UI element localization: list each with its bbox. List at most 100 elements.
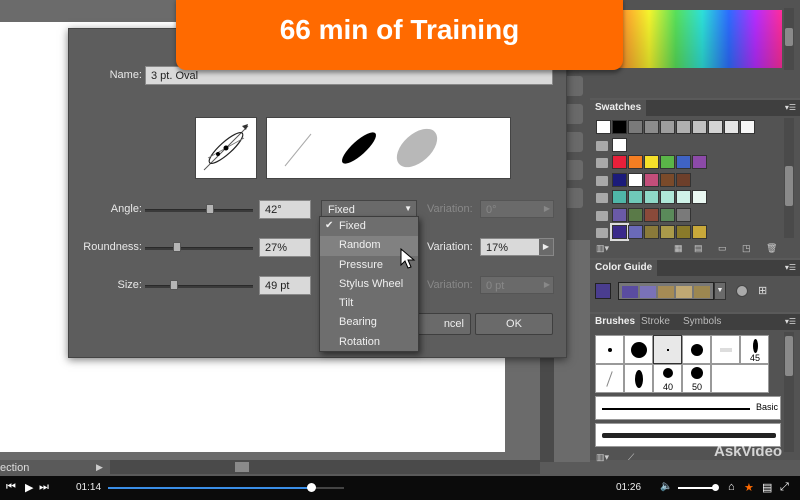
roundness-slider-thumb[interactable]: [173, 242, 181, 252]
trash-icon[interactable]: 🗑: [766, 243, 777, 254]
swatch[interactable]: [740, 120, 755, 134]
swatch[interactable]: [676, 190, 691, 204]
swatch[interactable]: [644, 172, 659, 187]
panel-menu-icon[interactable]: ▾☰: [785, 103, 796, 112]
swatch[interactable]: [660, 155, 675, 169]
swatch[interactable]: [660, 225, 675, 239]
brush-dot-medium[interactable]: [682, 335, 711, 364]
play-icon[interactable]: ▶: [25, 481, 33, 494]
swatch[interactable]: [628, 120, 643, 134]
swatch[interactable]: [660, 120, 675, 134]
swatch-folder-icon[interactable]: [596, 228, 608, 238]
size-slider-thumb[interactable]: [170, 280, 178, 290]
harmony-dropdown-icon[interactable]: ▼: [714, 282, 726, 300]
swatch[interactable]: [644, 207, 659, 222]
brush-dot-small[interactable]: [595, 335, 624, 364]
roundness-slider[interactable]: [145, 247, 253, 250]
save-color-group-icon[interactable]: ⊞: [758, 284, 767, 297]
panel-menu-icon[interactable]: ▾☰: [785, 263, 796, 272]
swatch-folder-icon[interactable]: [596, 158, 608, 168]
brush-library-icon[interactable]: ▥▾: [596, 452, 609, 463]
swatch[interactable]: [708, 120, 723, 134]
brush-dot-50[interactable]: 50: [682, 364, 711, 393]
swatch[interactable]: [628, 207, 643, 222]
swatch[interactable]: [628, 225, 643, 239]
brush-3pt-oval[interactable]: [653, 335, 682, 364]
swatch[interactable]: [596, 120, 611, 134]
fullscreen-icon[interactable]: ⤢: [780, 481, 789, 494]
angle-field[interactable]: 42°: [259, 200, 311, 219]
swatch[interactable]: [676, 172, 691, 187]
brush-line-thin[interactable]: [595, 364, 624, 393]
swatch-folder-icon[interactable]: [596, 175, 608, 186]
panel-menu-icon[interactable]: ▾☰: [785, 317, 796, 326]
volume-track[interactable]: [678, 487, 716, 489]
menu-item-tilt[interactable]: Tilt: [320, 294, 418, 313]
swatch[interactable]: [644, 190, 659, 204]
menu-item-bearing[interactable]: Bearing: [320, 313, 418, 332]
scroll-thumb[interactable]: [235, 462, 249, 472]
star-icon[interactable]: ★: [744, 481, 754, 494]
status-menu-arrow-icon[interactable]: ▶: [96, 462, 103, 473]
tab-symbols[interactable]: Symbols: [678, 314, 726, 330]
swatch[interactable]: [676, 120, 691, 134]
roundness-variation-field[interactable]: 17% ▶: [480, 238, 554, 256]
scroll-thumb[interactable]: [785, 28, 793, 46]
scroll-thumb[interactable]: [785, 336, 793, 376]
brush-dot-large[interactable]: [624, 335, 653, 364]
swatch[interactable]: [692, 190, 707, 204]
swatch[interactable]: [612, 207, 627, 222]
size-field[interactable]: 49 pt: [259, 276, 311, 295]
new-swatch-icon[interactable]: ◳: [742, 243, 751, 254]
swatch[interactable]: [612, 190, 627, 204]
harmony-rules-strip[interactable]: [618, 282, 714, 300]
notes-icon[interactable]: ▤: [762, 481, 772, 494]
swatch[interactable]: [676, 207, 691, 222]
swatch[interactable]: [692, 225, 707, 239]
cancel-button[interactable]: ncel: [415, 313, 471, 335]
swatch[interactable]: [612, 120, 627, 134]
swatch[interactable]: [724, 120, 739, 134]
swatch-options-icon[interactable]: ▤: [694, 243, 703, 254]
rewind-icon[interactable]: ⏮: [6, 481, 16, 494]
progress-knob[interactable]: [306, 483, 316, 492]
swatch[interactable]: [660, 190, 675, 204]
show-kinds-icon[interactable]: ▦: [674, 243, 683, 254]
volume-icon[interactable]: 🔈: [660, 481, 672, 492]
tab-swatches[interactable]: Swatches: [590, 100, 647, 116]
swatch[interactable]: [644, 155, 659, 169]
swatch-folder-icon[interactable]: [596, 210, 608, 221]
new-color-group-icon[interactable]: ▭: [718, 243, 727, 254]
place-brush-icon[interactable]: ⟋: [628, 452, 634, 463]
tab-stroke[interactable]: Stroke: [636, 314, 675, 330]
swatch[interactable]: [692, 120, 707, 134]
swatch[interactable]: [660, 207, 675, 222]
swatch[interactable]: [644, 120, 659, 134]
swatch[interactable]: [610, 223, 629, 241]
brush-dots-faint[interactable]: [711, 335, 740, 364]
swatch-library-icon[interactable]: ▥▾: [596, 243, 609, 254]
swatches-scrollbar[interactable]: [784, 118, 794, 238]
scroll-thumb[interactable]: [785, 166, 793, 206]
brush-oval-tall[interactable]: [624, 364, 653, 393]
swatch[interactable]: [676, 155, 691, 169]
angle-slider-thumb[interactable]: [206, 204, 214, 214]
swatch-folder-icon[interactable]: [596, 193, 608, 203]
brush-dot-40[interactable]: 40: [653, 364, 682, 393]
horizontal-scrollbar[interactable]: [110, 460, 540, 474]
color-spectrum[interactable]: [596, 10, 782, 68]
brushes-scrollbar[interactable]: [784, 332, 794, 452]
swatch[interactable]: [692, 155, 707, 169]
swatch[interactable]: [660, 172, 675, 187]
volume-knob[interactable]: [712, 484, 719, 491]
menu-item-fixed[interactable]: ✔ Fixed: [320, 217, 418, 236]
base-color-swatch[interactable]: [595, 283, 611, 299]
swatch[interactable]: [676, 225, 691, 239]
brush-basic-row[interactable]: Basic: [595, 396, 781, 420]
size-slider[interactable]: [145, 285, 253, 288]
swatch[interactable]: [628, 190, 643, 204]
fast-forward-icon[interactable]: ⏭: [39, 481, 49, 494]
angle-slider[interactable]: [145, 209, 253, 212]
swatch[interactable]: [612, 137, 627, 152]
edit-colors-icon[interactable]: [736, 285, 748, 297]
